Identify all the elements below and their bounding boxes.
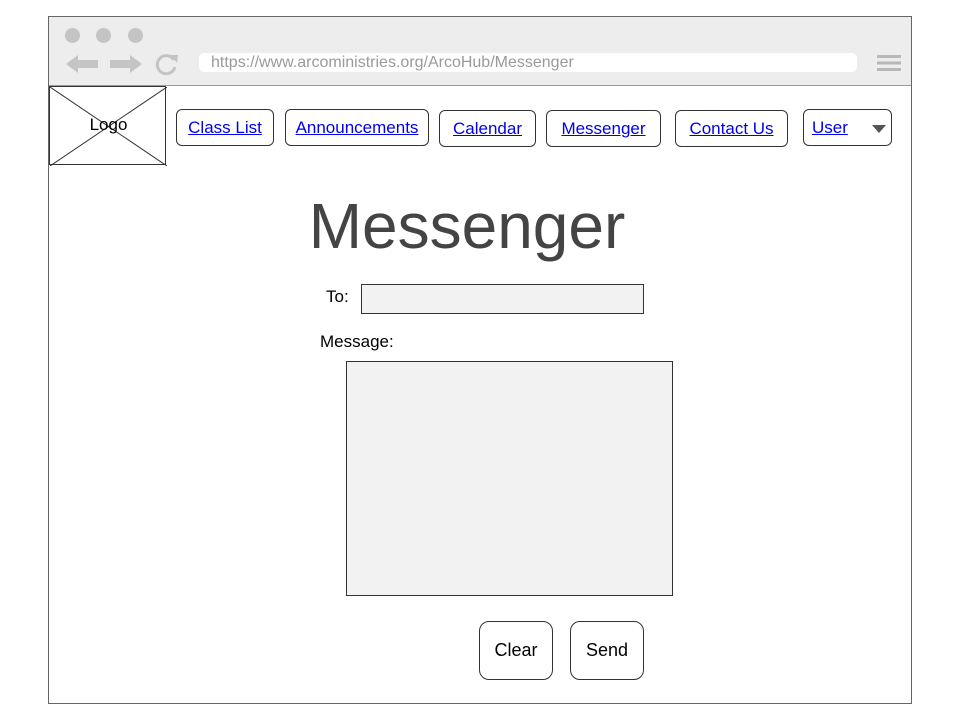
logo-placeholder: Logo xyxy=(49,86,167,166)
nav-messenger[interactable]: Messenger xyxy=(546,110,661,147)
back-arrow-icon[interactable] xyxy=(64,52,100,76)
nav-user-dropdown[interactable]: User xyxy=(803,109,892,146)
reload-icon[interactable] xyxy=(155,52,179,76)
nav-calendar[interactable]: Calendar xyxy=(439,110,536,147)
chevron-down-icon xyxy=(872,125,886,133)
user-dropdown-label: User xyxy=(812,118,848,137)
hamburger-menu-icon[interactable] xyxy=(877,54,901,72)
logo-text: Logo xyxy=(89,115,128,134)
message-textarea[interactable] xyxy=(346,361,673,596)
send-button[interactable]: Send xyxy=(570,621,644,680)
message-label: Message: xyxy=(320,332,394,351)
nav-class-list[interactable]: Class List xyxy=(176,109,274,146)
address-bar[interactable]: https://www.arcoministries.org/ArcoHub/M… xyxy=(199,53,857,72)
nav-contact-us[interactable]: Contact Us xyxy=(675,110,788,147)
window-dot-maximize[interactable] xyxy=(128,28,143,43)
nav-announcements[interactable]: Announcements xyxy=(285,109,429,146)
page-title: Messenger xyxy=(308,190,626,262)
browser-window: https://www.arcoministries.org/ArcoHub/M… xyxy=(48,16,912,704)
to-input[interactable] xyxy=(361,284,644,314)
clear-button[interactable]: Clear xyxy=(479,621,553,680)
to-label: To: xyxy=(326,287,349,306)
forward-arrow-icon[interactable] xyxy=(108,52,144,76)
window-dot-minimize[interactable] xyxy=(96,28,111,43)
window-dot-close[interactable] xyxy=(65,28,80,43)
browser-toolbar: https://www.arcoministries.org/ArcoHub/M… xyxy=(49,17,911,86)
